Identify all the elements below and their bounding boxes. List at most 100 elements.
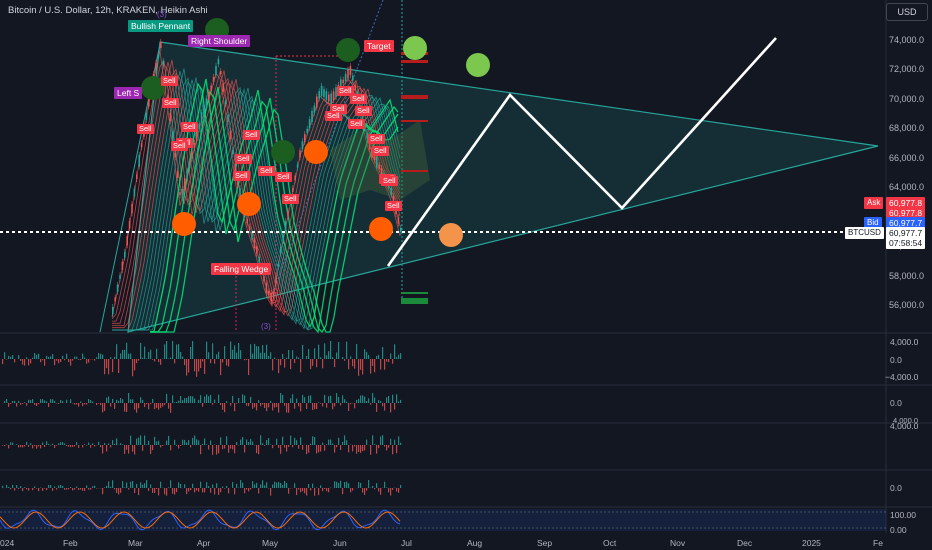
indicator-bar <box>40 445 42 449</box>
indicator-bar <box>304 488 306 494</box>
indicator-bar <box>400 442 402 445</box>
indicator-bar <box>6 359 8 360</box>
indicator-bar <box>244 395 246 403</box>
indicator-bar <box>62 401 64 403</box>
indicator-bar <box>322 442 324 445</box>
indicator-bar <box>150 484 152 488</box>
indicator-bar <box>2 485 4 488</box>
indicator-bar <box>42 442 44 445</box>
indicator-bar <box>288 350 290 359</box>
indicator-bar <box>328 439 330 445</box>
indicator-bar <box>266 440 268 445</box>
symbol-title[interactable]: Bitcoin / U.S. Dollar, 12h, KRAKEN, Heik… <box>8 5 208 16</box>
indicator-bar <box>130 481 132 488</box>
indicator-bar <box>156 403 158 408</box>
indicator-bar <box>178 445 180 449</box>
indicator-bar <box>270 488 272 496</box>
indicator-bar <box>174 439 176 445</box>
pane1-label: 4,000.0 <box>890 337 919 347</box>
indicator-bar <box>38 488 40 492</box>
indicator-bar <box>170 403 172 413</box>
left-shoulder-label[interactable]: Left S <box>114 87 143 99</box>
indicator-bar <box>206 444 208 445</box>
indicator-bar <box>168 403 170 409</box>
indicator-bar <box>26 403 28 406</box>
indicator-bar <box>386 445 388 451</box>
indicator-bar <box>28 359 30 366</box>
indicator-bar <box>276 359 278 360</box>
indicator-bar <box>216 445 218 455</box>
indicator-bar <box>142 357 144 359</box>
falling-wedge-label[interactable]: Falling Wedge <box>211 263 272 275</box>
bullish-pennant-label[interactable]: Bullish Pennant <box>128 20 194 32</box>
indicator-bar <box>334 481 336 488</box>
indicator-bar <box>158 488 160 496</box>
indicator-bar <box>272 359 274 371</box>
marker-dot <box>237 192 261 216</box>
indicator-bar <box>250 488 252 490</box>
indicator-bar <box>368 354 370 359</box>
chart-stage[interactable]: Bitcoin / U.S. Dollar, 12h, KRAKEN, Heik… <box>0 0 932 550</box>
indicator-bar <box>156 348 158 359</box>
indicator-bar <box>224 346 226 359</box>
indicator-bar <box>144 346 146 359</box>
indicator-bar <box>128 353 130 359</box>
indicator-bar <box>32 445 34 449</box>
indicator-panes[interactable] <box>0 341 886 531</box>
indicator-bar <box>262 403 264 405</box>
indicator-bar <box>356 445 358 454</box>
indicator-bar <box>392 394 394 403</box>
indicator-bar <box>356 400 358 403</box>
indicator-bar <box>274 403 276 408</box>
indicator-bar <box>158 359 160 363</box>
indicator-bar <box>224 403 226 413</box>
indicator-bar <box>388 395 390 403</box>
indicator-bar <box>58 403 60 404</box>
indicator-bar <box>202 443 204 445</box>
indicator-bar <box>112 359 114 373</box>
indicator-bar <box>208 486 210 488</box>
indicator-bar <box>226 401 228 403</box>
indicator-bar <box>286 445 288 452</box>
indicator-bar <box>60 442 62 445</box>
indicator-bar <box>250 438 252 445</box>
indicator-bar <box>278 481 280 488</box>
indicator-bar <box>348 483 350 488</box>
indicator-bar <box>48 485 50 488</box>
symmetrical-triangle[interactable] <box>127 41 879 333</box>
indicator-bar <box>228 488 230 494</box>
indicator-bar <box>276 438 278 445</box>
indicator-bar <box>202 359 204 362</box>
indicator-bar <box>84 444 86 445</box>
indicator-bar <box>330 439 332 445</box>
indicator-bar <box>366 351 368 359</box>
currency-button[interactable]: USD <box>886 3 928 21</box>
time-label: Fe <box>873 538 883 548</box>
indicator-bar <box>56 445 58 446</box>
indicator-bar <box>214 488 216 495</box>
indicator-bar <box>142 445 144 451</box>
indicator-bar <box>330 395 332 403</box>
indicator-bar <box>218 445 220 454</box>
indicator-bar <box>270 352 272 359</box>
indicator-bar <box>318 445 320 453</box>
indicator-bar <box>176 401 178 403</box>
target-label[interactable]: Target <box>364 40 394 52</box>
time-label: Jun <box>333 538 347 548</box>
indicator-bar <box>362 395 364 403</box>
indicator-bar <box>260 435 262 445</box>
right-shoulder-label[interactable]: Right Shoulder <box>188 35 251 47</box>
indicator-bar <box>126 342 128 359</box>
indicator-bar <box>308 349 310 359</box>
indicator-bar <box>302 394 304 403</box>
indicator-bar <box>320 445 322 452</box>
indicator-bar <box>394 439 396 445</box>
price-label: 70,000.0 <box>888 94 924 104</box>
indicator-bar <box>192 341 194 359</box>
indicator-bar <box>182 400 184 403</box>
indicator-bar <box>50 356 52 359</box>
indicator-bar <box>252 481 254 488</box>
chart-canvas[interactable] <box>0 0 932 550</box>
indicator-bar <box>80 401 82 403</box>
indicator-bar <box>212 484 214 488</box>
